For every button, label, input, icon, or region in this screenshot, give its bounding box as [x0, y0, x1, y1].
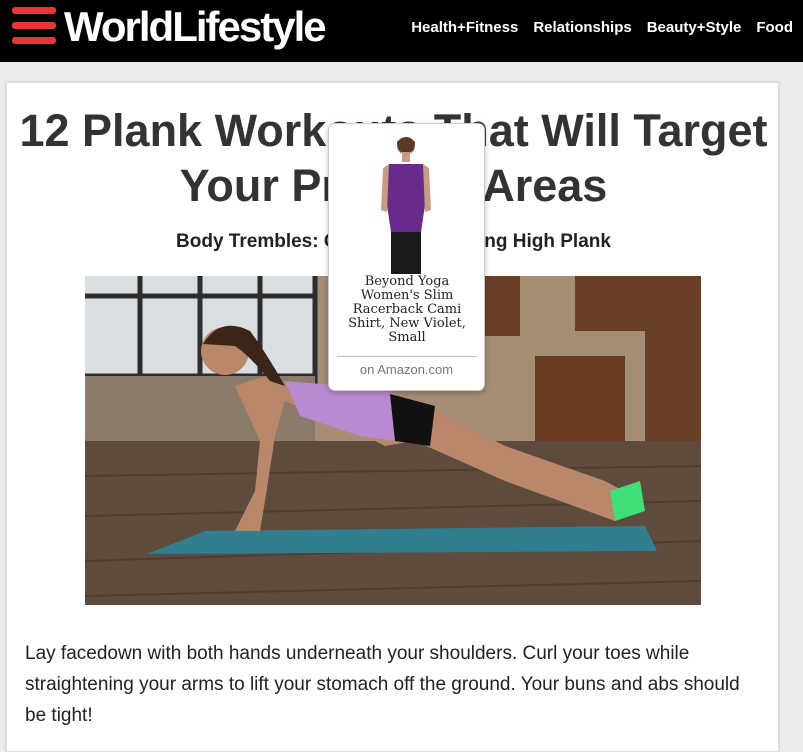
- product-title[interactable]: Beyond Yoga Women's Slim Racerback Cami …: [337, 275, 477, 345]
- article-body: Lay facedown with both hands underneath …: [25, 643, 740, 726]
- product-popup[interactable]: Beyond Yoga Women's Slim Racerback Cami …: [328, 123, 485, 391]
- nav-beauty-style[interactable]: Beauty+Style: [647, 18, 742, 38]
- site-logo[interactable]: WorldLifestyle: [64, 3, 327, 51]
- product-source[interactable]: on Amazon.com: [329, 362, 484, 377]
- nav-health-fitness[interactable]: Health+Fitness: [411, 18, 518, 38]
- nav-relationships[interactable]: Relationships: [533, 18, 631, 38]
- nav-food[interactable]: Food: [756, 18, 793, 38]
- product-image[interactable]: [371, 132, 441, 274]
- main-nav: Health+Fitness Relationships Beauty+Styl…: [411, 18, 793, 38]
- menu-icon[interactable]: [12, 7, 56, 44]
- popup-divider: [337, 356, 477, 357]
- site-header: WorldLifestyle Health+Fitness Relationsh…: [0, 0, 803, 62]
